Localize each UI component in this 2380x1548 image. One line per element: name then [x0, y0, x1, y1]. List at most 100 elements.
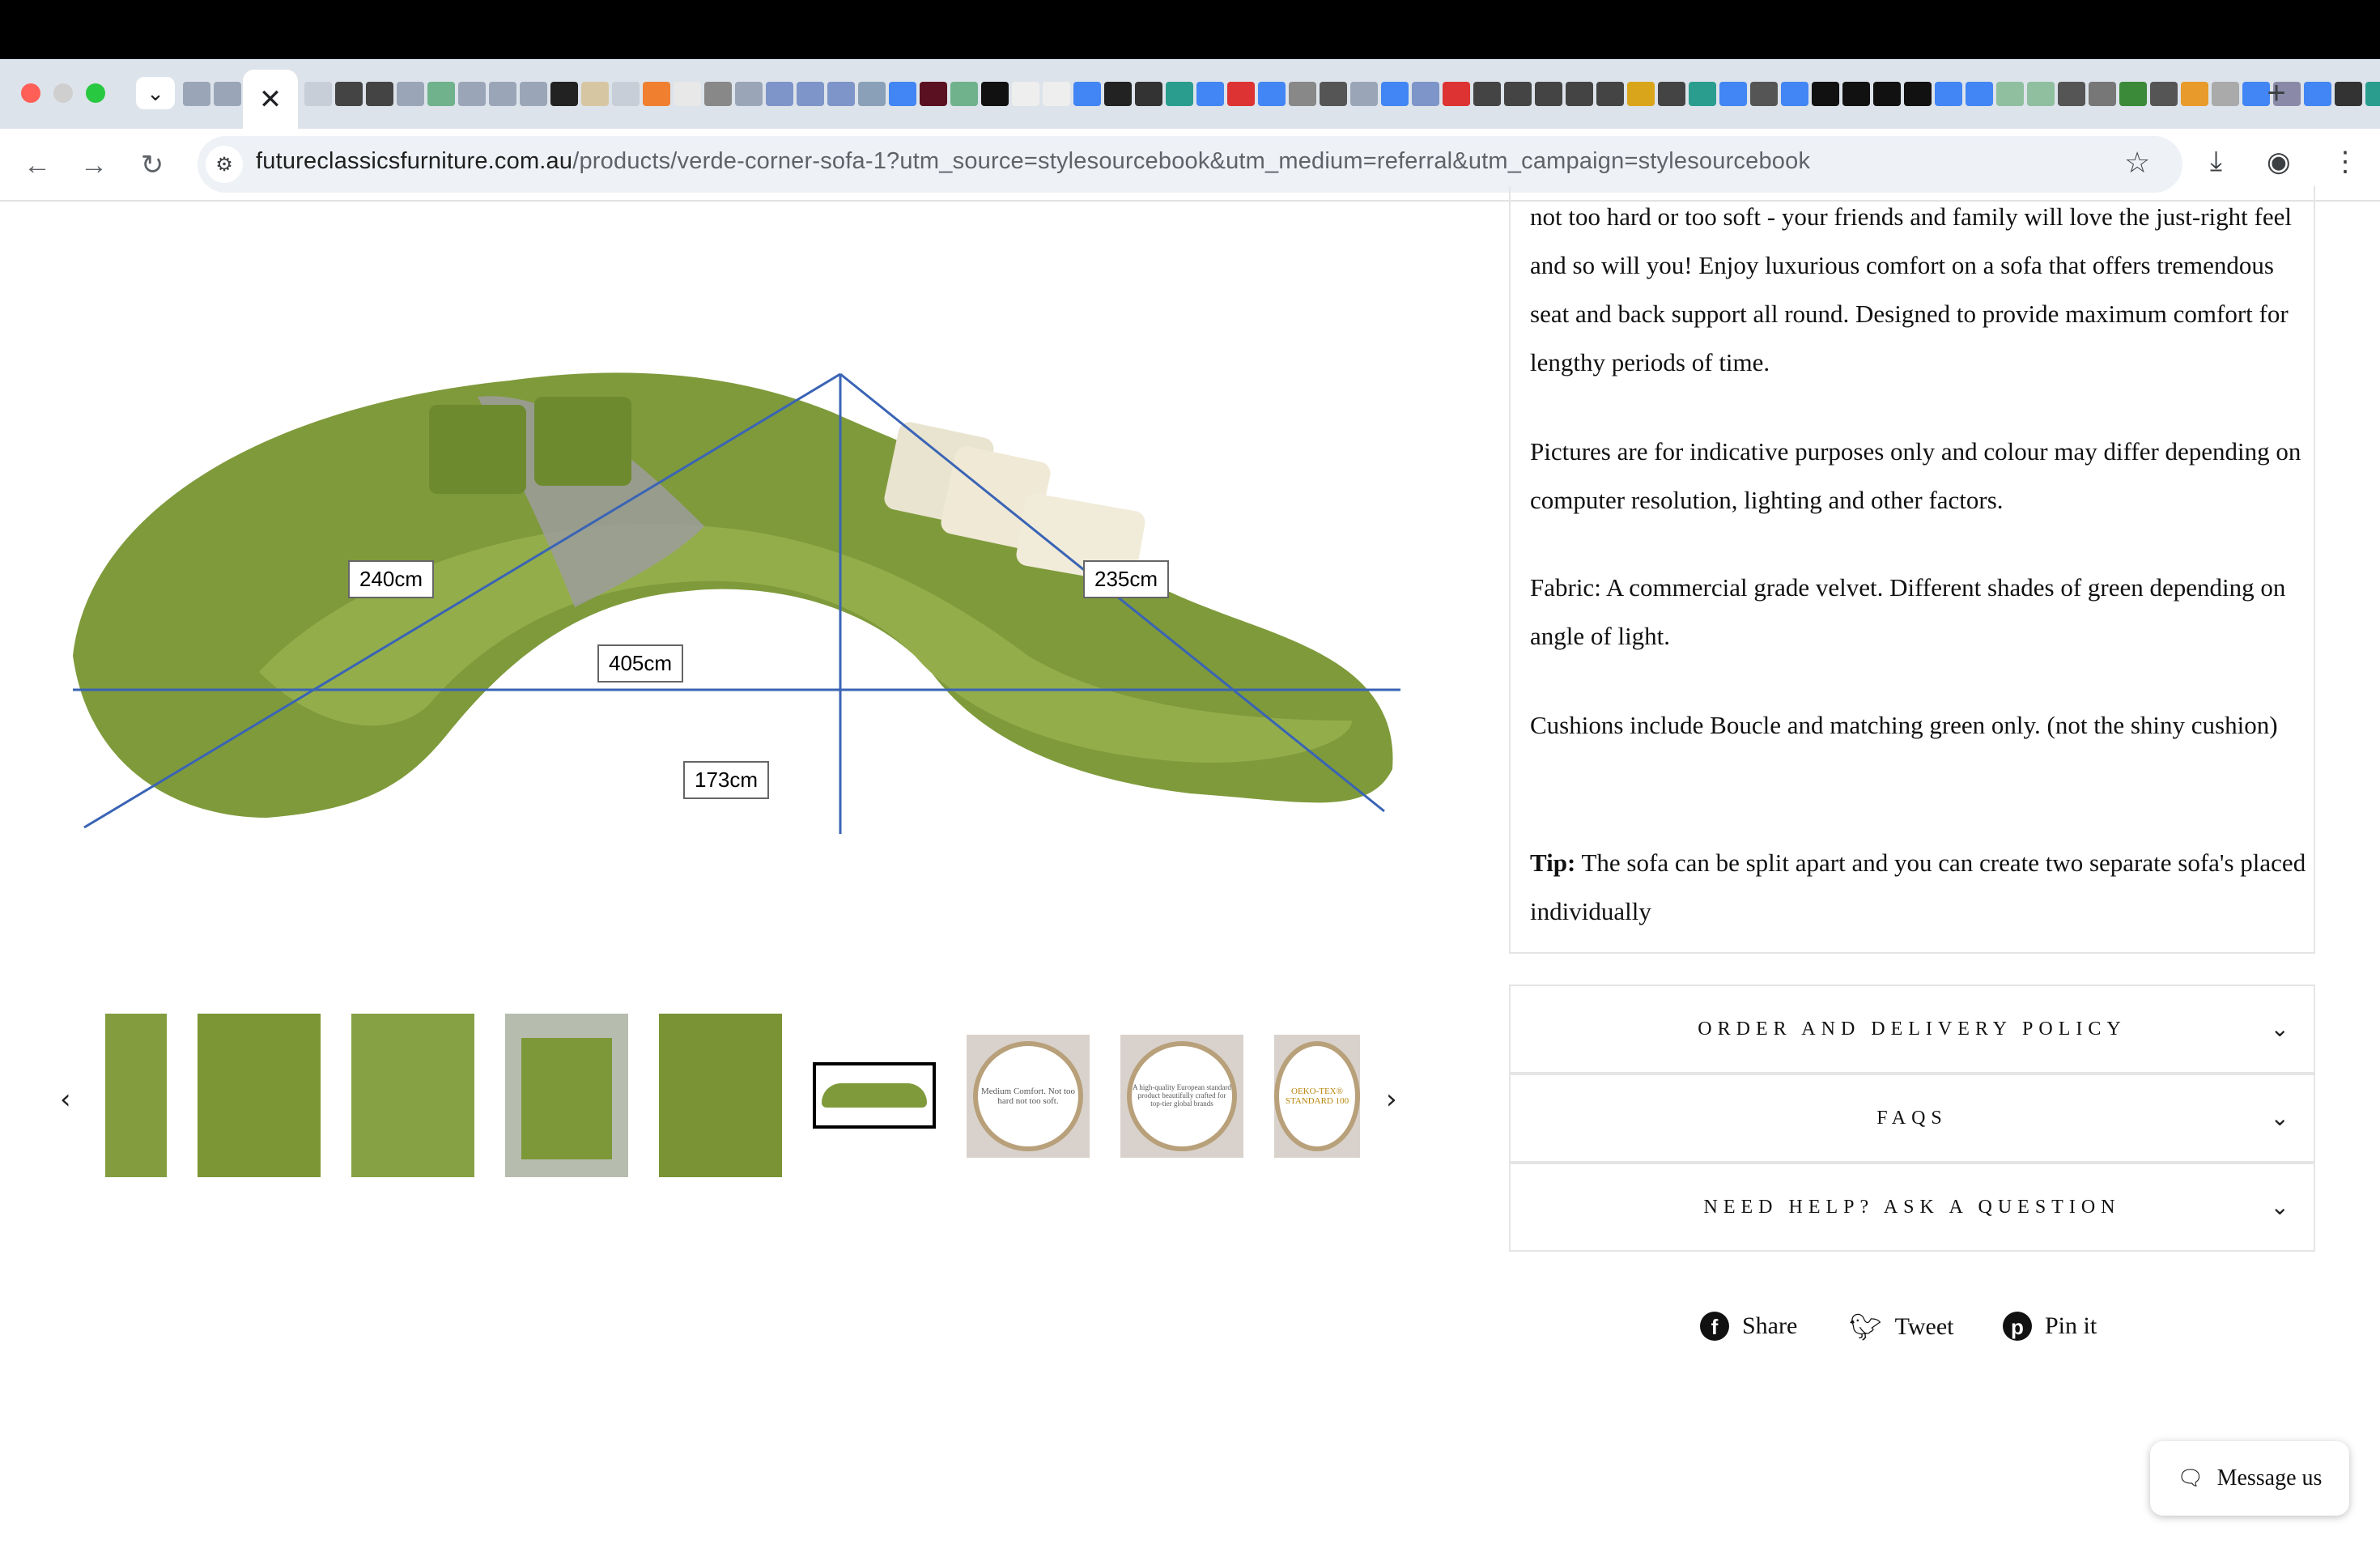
thumbnail[interactable]	[659, 1014, 782, 1177]
share-pinterest[interactable]: p Pin it	[2003, 1312, 2097, 1341]
tab-favicon[interactable]	[1873, 82, 1901, 106]
tab-favicon[interactable]	[2089, 82, 2116, 106]
tab-favicon[interactable]	[2365, 82, 2380, 106]
tab-favicon[interactable]	[1566, 82, 1593, 106]
tab-favicon[interactable]	[458, 82, 486, 106]
tab-favicon[interactable]	[1966, 82, 1993, 106]
tab-favicon[interactable]	[1812, 82, 1839, 106]
tab-favicon[interactable]	[920, 82, 947, 106]
tab-favicon[interactable]	[674, 82, 701, 106]
url-text[interactable]: futureclassicsfurniture.com.au/products/…	[256, 148, 1810, 175]
tab-favicon[interactable]	[797, 82, 824, 106]
close-icon[interactable]: ✕	[259, 83, 283, 116]
thumbnail[interactable]	[105, 1014, 167, 1177]
tab-favicon[interactable]	[1135, 82, 1162, 106]
tab-favicon[interactable]	[1289, 82, 1316, 106]
thumbnail[interactable]: Medium Comfort. Not too hard not too sof…	[967, 1035, 1090, 1158]
tab-favicon[interactable]	[304, 82, 332, 106]
tab-favicon[interactable]	[612, 82, 640, 106]
tab-favicon[interactable]	[1381, 82, 1409, 106]
tab-favicon[interactable]	[2212, 82, 2239, 106]
tab-favicon[interactable]	[581, 82, 609, 106]
tab-favicon[interactable]	[1904, 82, 1932, 106]
tab-favicon[interactable]	[1689, 82, 1716, 106]
zoom-window-button[interactable]	[86, 83, 105, 103]
tab-favicon[interactable]	[1627, 82, 1655, 106]
tab-favicon[interactable]	[1935, 82, 1962, 106]
tab-favicon[interactable]	[1719, 82, 1747, 106]
tab-favicon[interactable]	[214, 82, 241, 106]
tab-favicon[interactable]	[366, 82, 393, 106]
tab-favicon[interactable]	[397, 82, 424, 106]
message-us-button[interactable]: 🗨︎ Message us	[2150, 1441, 2349, 1516]
thumbnail[interactable]	[198, 1014, 321, 1177]
tab-favicon[interactable]	[1073, 82, 1101, 106]
tab-favicon[interactable]	[981, 82, 1009, 106]
profile-icon[interactable]: ◉	[2267, 146, 2291, 178]
tab-favicon[interactable]	[2058, 82, 2085, 106]
tab-favicon[interactable]	[1750, 82, 1778, 106]
tab-favicon[interactable]	[1350, 82, 1378, 106]
bookmark-star-icon[interactable]: ☆	[2124, 146, 2150, 180]
menu-dots-icon[interactable]: ⋮	[2331, 146, 2359, 178]
tab-favicon[interactable]	[1781, 82, 1808, 106]
tab-favicon[interactable]	[2335, 82, 2362, 106]
tab-search-button[interactable]: ⌄	[136, 77, 175, 109]
site-settings-icon[interactable]: ⚙	[206, 146, 243, 183]
tab-favicon[interactable]	[550, 82, 578, 106]
tab-favicon[interactable]	[2119, 82, 2147, 106]
tab-favicon[interactable]	[643, 82, 670, 106]
thumbs-next-arrow[interactable]: ›	[1386, 1083, 1397, 1116]
accordion-need-help[interactable]: NEED HELP? ASK A QUESTION ⌄	[1509, 1163, 2315, 1252]
tab-favicon[interactable]	[1196, 82, 1224, 106]
back-button[interactable]: ←	[16, 144, 58, 186]
tab-favicon[interactable]	[766, 82, 793, 106]
new-tab-button[interactable]: +	[2257, 75, 2296, 111]
tab-favicon[interactable]	[1535, 82, 1562, 106]
thumbnail[interactable]	[351, 1014, 474, 1177]
share-twitter[interactable]: 🐦︎ Tweet	[1849, 1312, 1954, 1342]
tab-favicon[interactable]	[1443, 82, 1470, 106]
tab-favicon[interactable]	[489, 82, 516, 106]
tab-favicon[interactable]	[2150, 82, 2178, 106]
thumbnail-selected[interactable]	[813, 1062, 936, 1129]
tab-favicon[interactable]	[1504, 82, 1532, 106]
tab-favicon[interactable]	[1258, 82, 1286, 106]
tab-favicon[interactable]	[1596, 82, 1624, 106]
tab-favicon[interactable]	[1012, 82, 1039, 106]
accordion-faqs[interactable]: FAQS ⌄	[1509, 1074, 2315, 1163]
tab-favicon[interactable]	[889, 82, 916, 106]
tab-favicon[interactable]	[735, 82, 763, 106]
tab-favicon[interactable]	[2181, 82, 2208, 106]
download-icon[interactable]: ⤓	[2210, 146, 2222, 177]
accordion-order-delivery[interactable]: ORDER AND DELIVERY POLICY ⌄	[1509, 985, 2315, 1074]
minimize-window-button[interactable]	[53, 83, 73, 103]
tab-favicon[interactable]	[950, 82, 978, 106]
tab-favicon[interactable]	[2304, 82, 2331, 106]
reload-button[interactable]: ↻	[131, 144, 173, 186]
tab-favicon[interactable]	[335, 82, 363, 106]
tab-favicon[interactable]	[2027, 82, 2055, 106]
tab-favicon[interactable]	[1043, 82, 1070, 106]
tab-favicon[interactable]	[1842, 82, 1870, 106]
thumbnail[interactable]: OEKO-TEX® STANDARD 100	[1274, 1035, 1360, 1158]
tab-favicon[interactable]	[858, 82, 886, 106]
tab-favicon[interactable]	[1412, 82, 1439, 106]
thumbnail[interactable]	[505, 1014, 628, 1177]
thumbnail[interactable]: A high-quality European standard product…	[1120, 1035, 1243, 1158]
close-window-button[interactable]	[21, 83, 40, 103]
tab-favicon[interactable]	[1320, 82, 1347, 106]
tab-favicon[interactable]	[1227, 82, 1255, 106]
active-tab[interactable]: ✕	[243, 70, 298, 129]
share-facebook[interactable]: f Share	[1700, 1312, 1797, 1341]
tab-favicon[interactable]	[1996, 82, 2024, 106]
tab-favicon[interactable]	[704, 82, 732, 106]
forward-button[interactable]: →	[73, 144, 115, 186]
tab-favicon[interactable]	[1104, 82, 1132, 106]
tab-favicon[interactable]	[183, 82, 210, 106]
tab-favicon[interactable]	[1166, 82, 1193, 106]
tab-favicon[interactable]	[520, 82, 547, 106]
tab-favicon[interactable]	[427, 82, 455, 106]
tab-favicon[interactable]	[1658, 82, 1685, 106]
tab-favicon[interactable]	[827, 82, 855, 106]
